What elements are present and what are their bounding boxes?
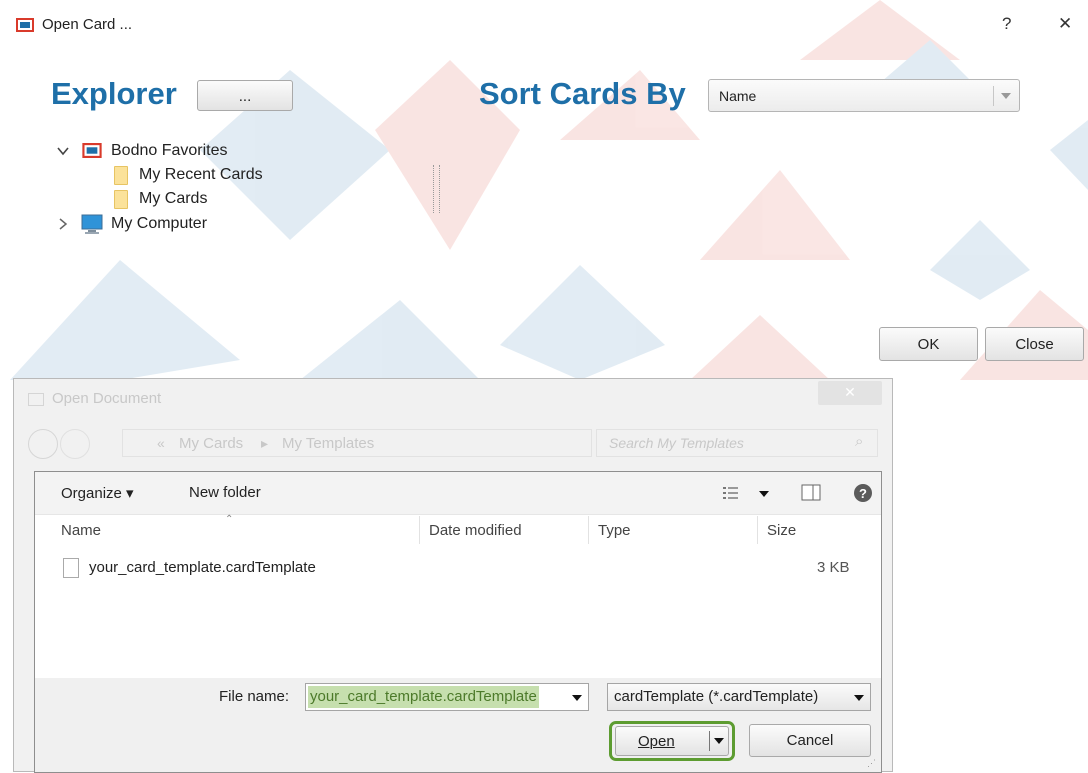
browse-button[interactable]: ... [197,80,293,111]
tree-item-my-cards[interactable]: My Cards [139,190,207,208]
cancel-button[interactable]: Cancel [749,724,871,757]
breadcrumb-overflow: « [157,435,165,451]
organize-label: Organize [61,485,122,502]
sort-heading: Sort Cards By [479,76,686,111]
tree-item-my-computer[interactable]: My Computer [111,215,207,233]
file-name-value: your_card_template.cardTemplate [308,686,539,708]
expand-chevron-icon[interactable] [57,146,69,156]
column-divider [419,516,420,544]
app-logo-icon [16,18,34,32]
help-button[interactable]: ? [1002,14,1011,34]
open-button[interactable]: Open [615,726,729,756]
sort-select[interactable]: Name [708,79,1020,112]
address-bar[interactable]: « My Cards ▸ My Templates [122,429,592,457]
close-button[interactable]: Close [985,327,1084,361]
file-toolbar: Organize ▾ New folder ? [35,472,881,515]
back-arrow-icon[interactable] [28,429,58,459]
preview-pane-icon[interactable] [801,484,821,501]
column-header-type[interactable]: Type [598,522,631,539]
file-icon [63,558,79,578]
file-name-dropdown-icon[interactable] [572,695,582,701]
computer-icon [81,214,103,234]
file-size: 3 KB [817,559,850,576]
column-divider [588,516,589,544]
file-type-value: cardTemplate (*.cardTemplate) [614,688,819,705]
folder-icon [114,166,128,185]
favorites-icon [82,143,102,158]
window-title: Open Card ... [42,16,133,33]
collapse-chevron-icon[interactable] [58,218,68,230]
close-window-button[interactable]: ✕ [1058,14,1072,34]
column-header-date[interactable]: Date modified [429,522,522,539]
file-type-select[interactable]: cardTemplate (*.cardTemplate) [607,683,871,711]
dialog-close-icon[interactable]: ✕ [818,381,882,405]
open-button-label: Open [638,733,675,750]
svg-text:?: ? [859,486,867,501]
resize-grip-icon[interactable]: ⋰ [867,758,876,769]
splitter-handle[interactable] [433,165,440,213]
file-name-input[interactable]: your_card_template.cardTemplate [305,683,589,711]
file-name: your_card_template.cardTemplate [89,559,316,576]
search-placeholder: Search My Templates [609,435,744,451]
file-row[interactable]: your_card_template.cardTemplate 3 KB [47,552,869,586]
tree-item-favorites[interactable]: Bodno Favorites [111,142,228,160]
column-divider [757,516,758,544]
dialog-title: Open Document [52,390,162,407]
forward-arrow-icon[interactable] [60,429,90,459]
select-divider [993,86,994,106]
tree-item-recent-cards[interactable]: My Recent Cards [139,166,263,184]
dialog-app-icon [28,393,44,406]
explorer-heading: Explorer [51,76,177,111]
dialog-footer: File name: your_card_template.cardTempla… [35,678,881,772]
sort-indicator-icon: ⌃ [225,514,234,525]
view-options-chevron-icon[interactable] [759,491,769,497]
file-name-label: File name: [219,688,290,705]
folder-icon [114,190,128,209]
sort-select-value: Name [719,88,757,104]
search-icon: ⌕ [855,433,864,450]
file-browser-panel: Organize ▾ New folder ? ⌃ Name Date modi… [34,471,882,773]
split-divider [709,731,710,751]
open-options-chevron-icon[interactable] [714,738,724,744]
view-list-icon[interactable] [723,486,739,500]
column-header-size[interactable]: Size [767,522,796,539]
breadcrumb-my-templates[interactable]: My Templates [282,435,374,452]
chevron-down-icon [1001,93,1011,99]
breadcrumb-chevron-icon: ▸ [261,435,269,451]
breadcrumb-my-cards[interactable]: My Cards [179,435,243,452]
open-document-dialog: Open Document ✕ « My Cards ▸ My Template… [13,378,893,773]
help-icon[interactable]: ? [853,483,873,503]
column-header-name[interactable]: Name [61,522,101,539]
search-input[interactable]: Search My Templates ⌕ [596,429,878,457]
new-folder-button[interactable]: New folder [189,484,261,501]
organize-menu[interactable]: Organize ▾ [61,484,134,502]
ok-button[interactable]: OK [879,327,978,361]
file-type-dropdown-icon [854,695,864,701]
